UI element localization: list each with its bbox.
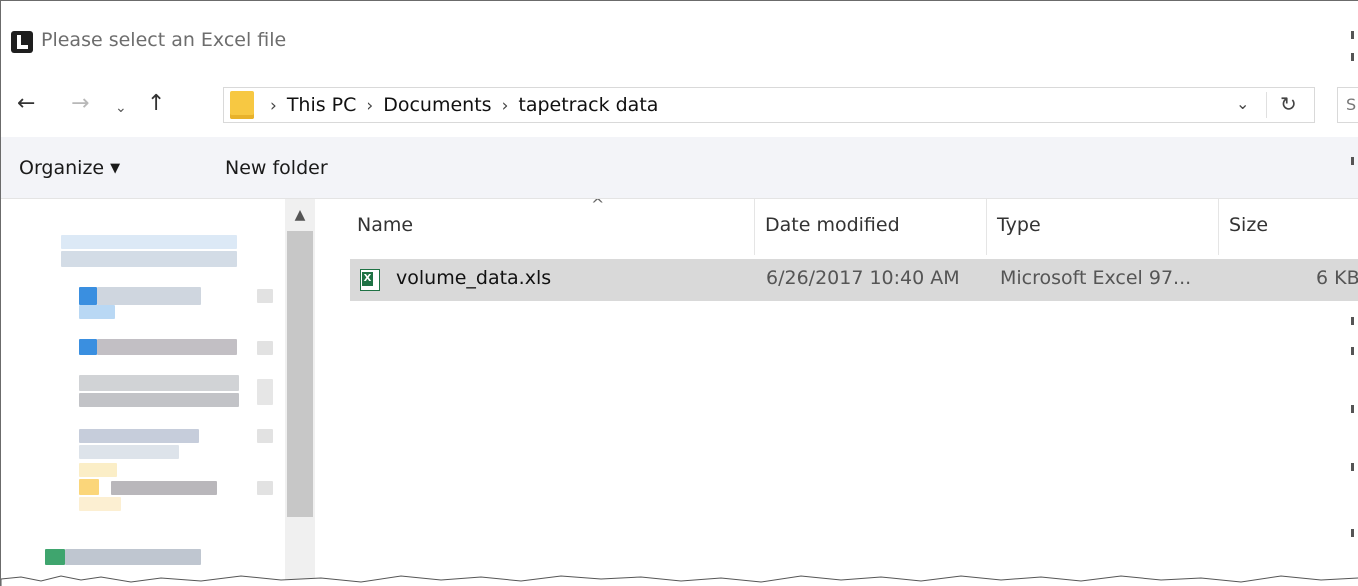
breadcrumb-separator-icon[interactable]: › [270, 96, 277, 116]
organize-label: Organize [19, 157, 105, 179]
back-arrow-icon[interactable]: ← [17, 91, 35, 117]
file-size: 6 KB [1316, 267, 1358, 289]
file-type: Microsoft Excel 97... [1000, 267, 1192, 289]
cropped-edge-mark [1351, 53, 1354, 61]
folder-icon [230, 91, 254, 119]
address-divider [1266, 92, 1267, 118]
column-header-name[interactable]: ^ Name [347, 199, 755, 255]
column-header-name-label: Name [357, 214, 414, 236]
table-row[interactable]: volume_data.xls 6/26/2017 10:40 AM Micro… [350, 259, 1358, 301]
sort-ascending-icon: ^ [591, 199, 605, 214]
address-bar[interactable]: › This PC › Documents › tapetrack data ⌄ ↻ [223, 87, 1315, 123]
file-list: ^ Name Date modified Type Size volume_da… [317, 199, 1358, 586]
refresh-icon[interactable]: ↻ [1280, 92, 1297, 116]
breadcrumb-documents[interactable]: Documents [383, 94, 491, 116]
new-folder-button[interactable]: New folder [225, 157, 328, 179]
search-input[interactable]: S [1337, 87, 1358, 123]
navigation-bar: ← → ⌄ ↑ › This PC › Documents › tapetrack dat… [1, 83, 1358, 127]
scroll-up-icon[interactable]: ▲ [285, 199, 315, 229]
file-date-modified: 6/26/2017 10:40 AM [766, 267, 960, 289]
cropped-edge-mark [1351, 405, 1354, 413]
breadcrumb-separator-icon[interactable]: › [502, 96, 509, 116]
torn-edge [1, 575, 1358, 586]
column-header-size[interactable]: Size [1219, 199, 1358, 255]
cropped-edge-mark [1351, 529, 1354, 537]
address-history-chevron-icon[interactable]: ⌄ [1236, 94, 1249, 113]
window-title: Please select an Excel file [41, 29, 287, 51]
navigation-pane: ▲ [1, 199, 317, 586]
cropped-edge-mark [1351, 31, 1354, 39]
cropped-edge-mark [1351, 157, 1354, 165]
caret-down-icon: ▼ [110, 161, 121, 176]
up-arrow-icon[interactable]: ↑ [147, 91, 165, 117]
excel-file-icon [360, 269, 380, 291]
breadcrumb-separator-icon[interactable]: › [366, 96, 373, 116]
recent-locations-chevron-icon[interactable]: ⌄ [115, 95, 127, 121]
breadcrumb-tapetrack-data[interactable]: tapetrack data [518, 94, 658, 116]
column-header-date-modified[interactable]: Date modified [755, 199, 987, 255]
file-name: volume_data.xls [396, 267, 552, 289]
app-logo-icon [11, 31, 33, 53]
column-header-type[interactable]: Type [987, 199, 1219, 255]
navigation-scrollbar[interactable]: ▲ [285, 199, 315, 586]
organize-button[interactable]: Organize ▼ [19, 157, 120, 179]
command-toolbar: Organize ▼ New folder [1, 137, 1358, 199]
title-bar: Please select an Excel file [1, 1, 1358, 73]
scroll-thumb[interactable] [287, 231, 313, 517]
cropped-edge-mark [1351, 317, 1354, 325]
file-open-dialog: Please select an Excel file ← → ⌄ ↑ › Thi… [0, 0, 1358, 586]
breadcrumb: › This PC › Documents › tapetrack data [260, 94, 658, 116]
forward-arrow-icon[interactable]: → [71, 91, 89, 117]
cropped-edge-mark [1351, 347, 1354, 355]
breadcrumb-this-pc[interactable]: This PC [287, 94, 357, 116]
cropped-edge-mark [1351, 463, 1354, 471]
